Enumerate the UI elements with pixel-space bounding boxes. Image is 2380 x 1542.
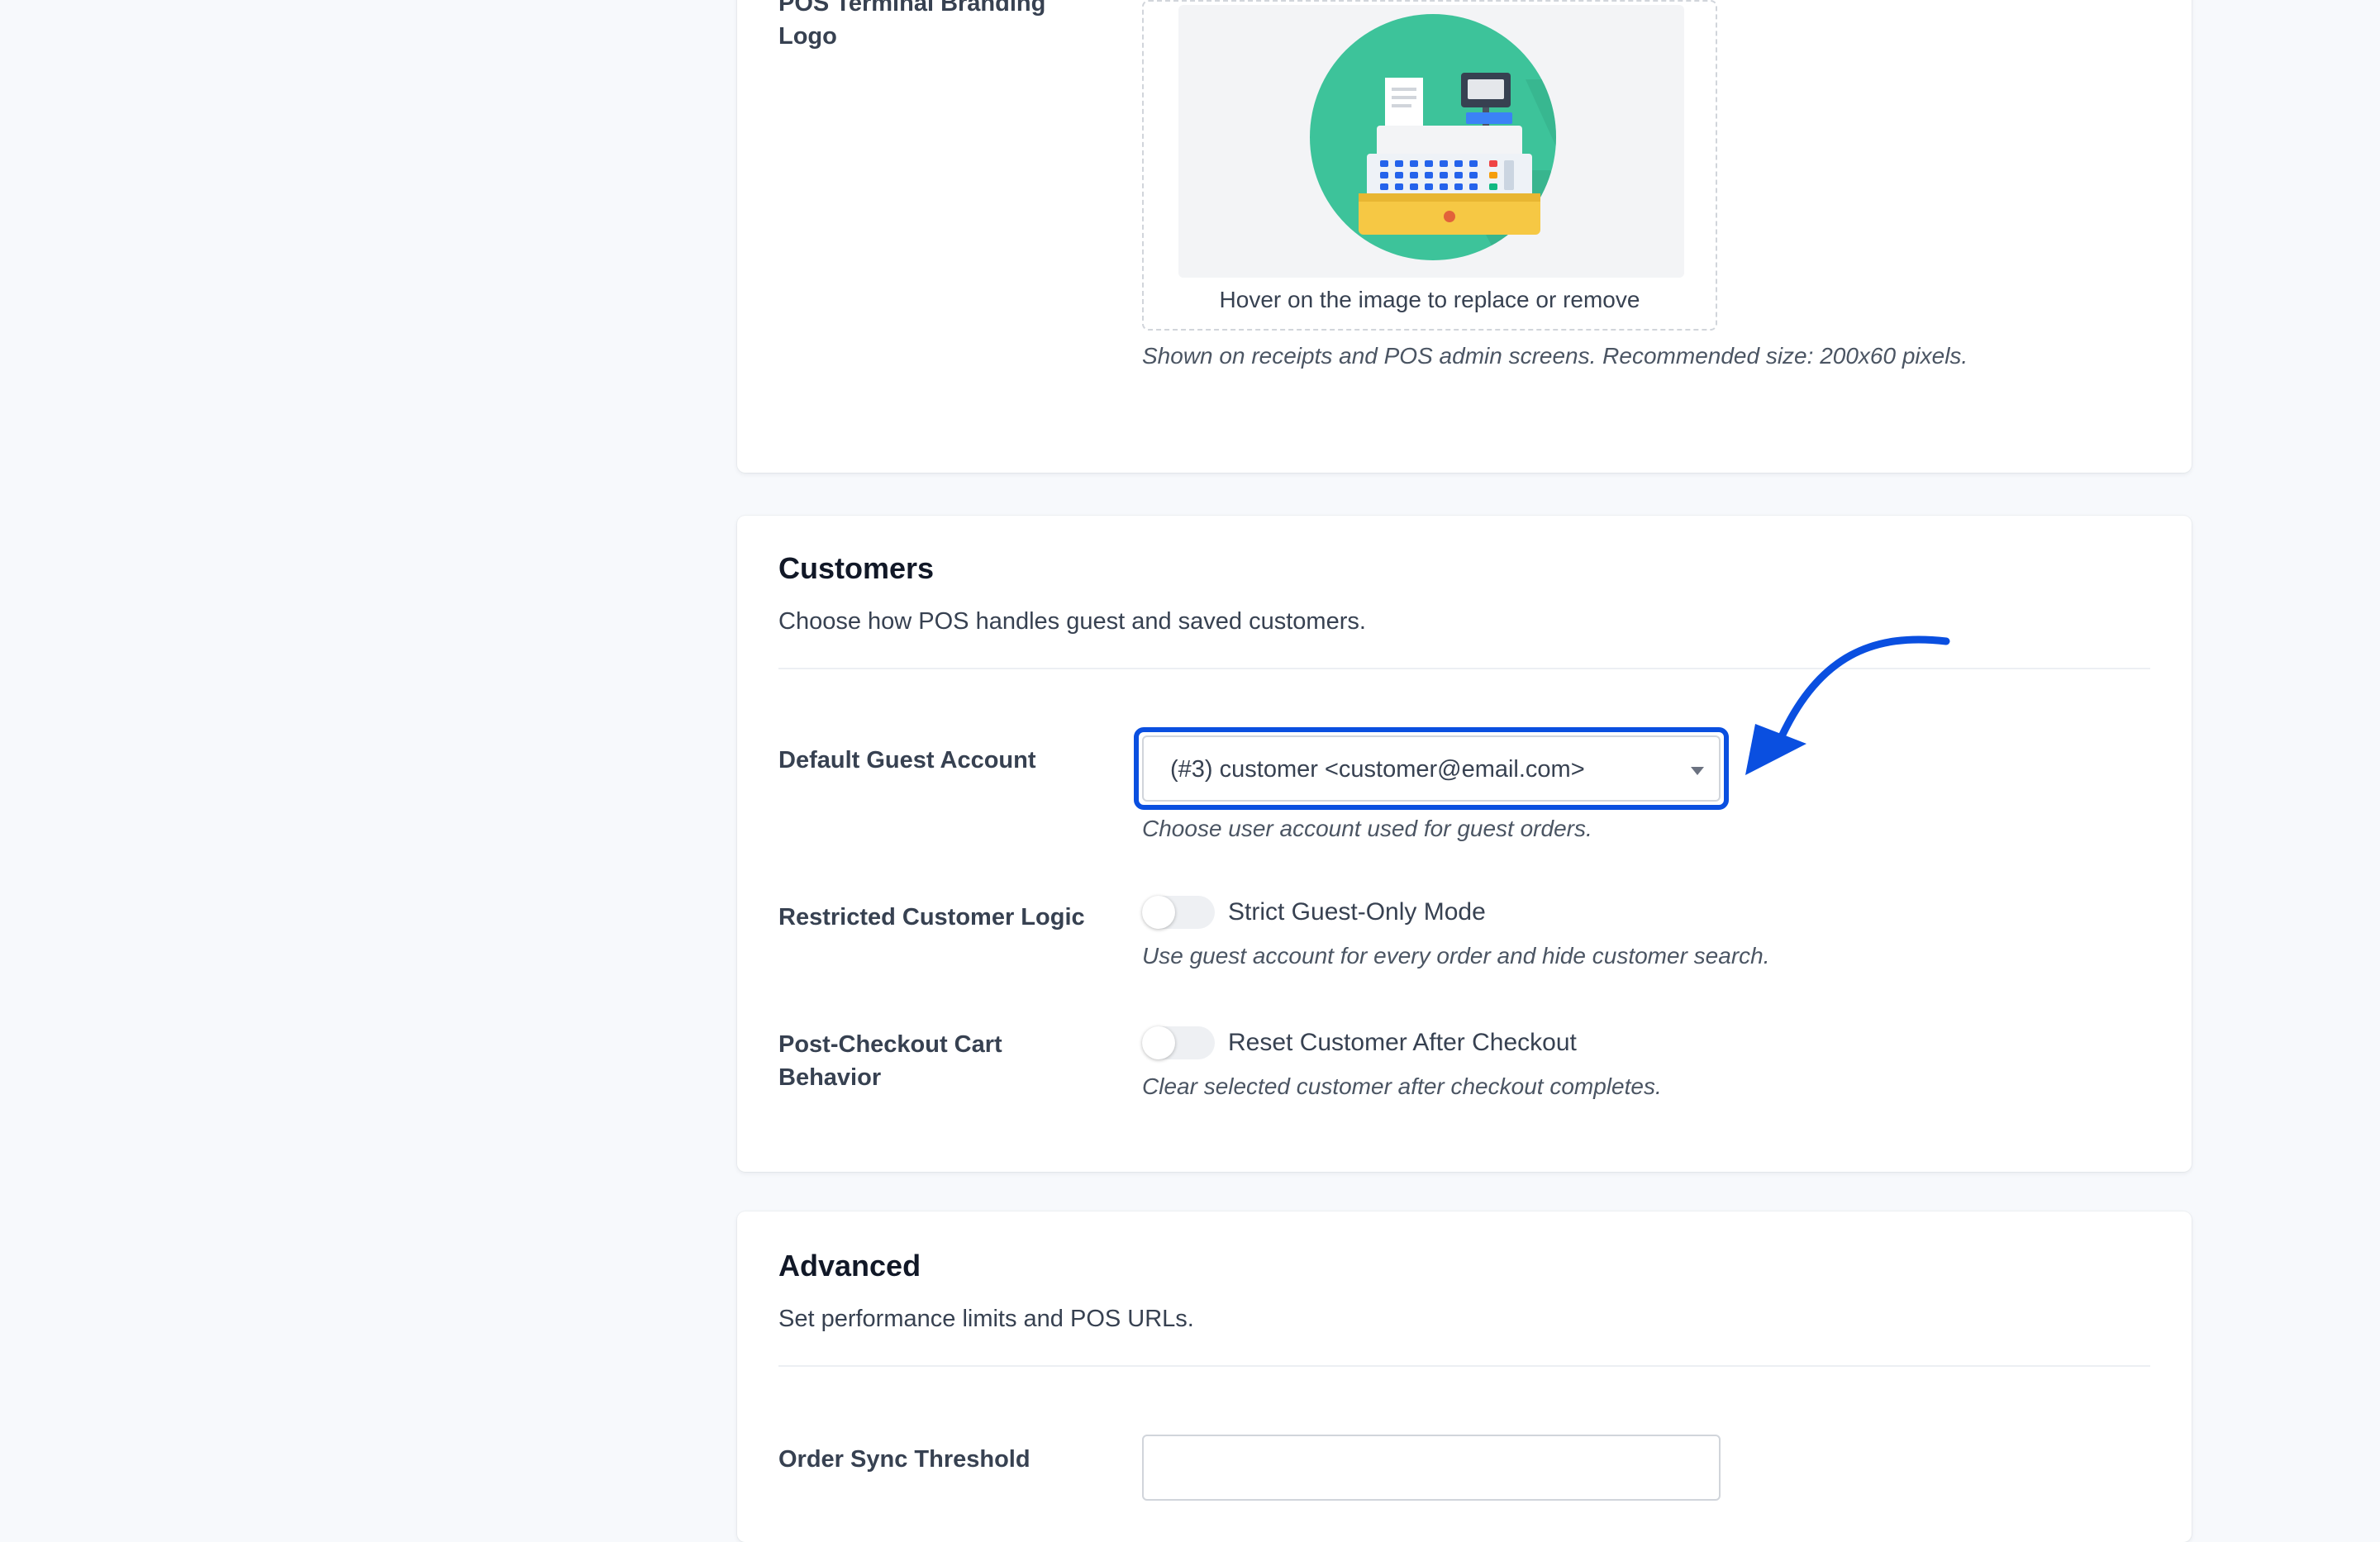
restricted-help: Use guest account for every order and hi… [1142, 943, 1770, 969]
customers-description: Choose how POS handles guest and saved c… [778, 608, 1366, 635]
order-sync-threshold-label: Order Sync Threshold [778, 1446, 1031, 1473]
advanced-divider [778, 1365, 2150, 1367]
select-value: (#3) customer <customer@email.com> [1170, 756, 1585, 783]
logo-preview[interactable] [1178, 5, 1684, 278]
customers-card: Customers Choose how POS handles guest a… [737, 516, 2192, 1172]
toggle-knob [1142, 1026, 1175, 1059]
reset-customer-label: Reset Customer After Checkout [1228, 1029, 1577, 1056]
default-guest-help: Choose user account used for guest order… [1142, 816, 1592, 841]
default-guest-account-label: Default Guest Account [778, 747, 1036, 773]
cash-register-icon [1310, 14, 1556, 260]
strict-guest-only-label: Strict Guest-Only Mode [1228, 898, 1486, 926]
reset-customer-toggle[interactable] [1142, 1026, 1215, 1059]
upload-hint: Hover on the image to replace or remove [1219, 287, 1640, 312]
order-sync-threshold-input[interactable] [1142, 1435, 1721, 1501]
default-guest-account-select[interactable]: (#3) customer <customer@email.com> [1142, 735, 1721, 802]
branding-card: POS Terminal Branding Logo Hover on the … [737, 0, 2192, 473]
customers-title: Customers [778, 551, 935, 585]
branding-logo-label: POS Terminal Branding Logo [778, 0, 1046, 50]
toggle-knob [1142, 896, 1175, 929]
post-checkout-help: Clear selected customer after checkout c… [1142, 1073, 1662, 1099]
advanced-card: Advanced Set performance limits and POS … [737, 1211, 2192, 1542]
post-checkout-label: Post-Checkout Cart Behavior [778, 1031, 1002, 1091]
advanced-description: Set performance limits and POS URLs. [778, 1306, 1194, 1332]
logo-uploader[interactable]: Hover on the image to replace or remove [1142, 0, 1717, 331]
advanced-title: Advanced [778, 1249, 921, 1283]
chevron-down-icon [1691, 767, 1704, 775]
strict-guest-only-toggle[interactable] [1142, 896, 1215, 929]
annotation-arrow-icon [1745, 635, 1950, 775]
branding-help-text: Shown on receipts and POS admin screens.… [1142, 343, 1968, 369]
restricted-customer-logic-label: Restricted Customer Logic [778, 904, 1085, 930]
